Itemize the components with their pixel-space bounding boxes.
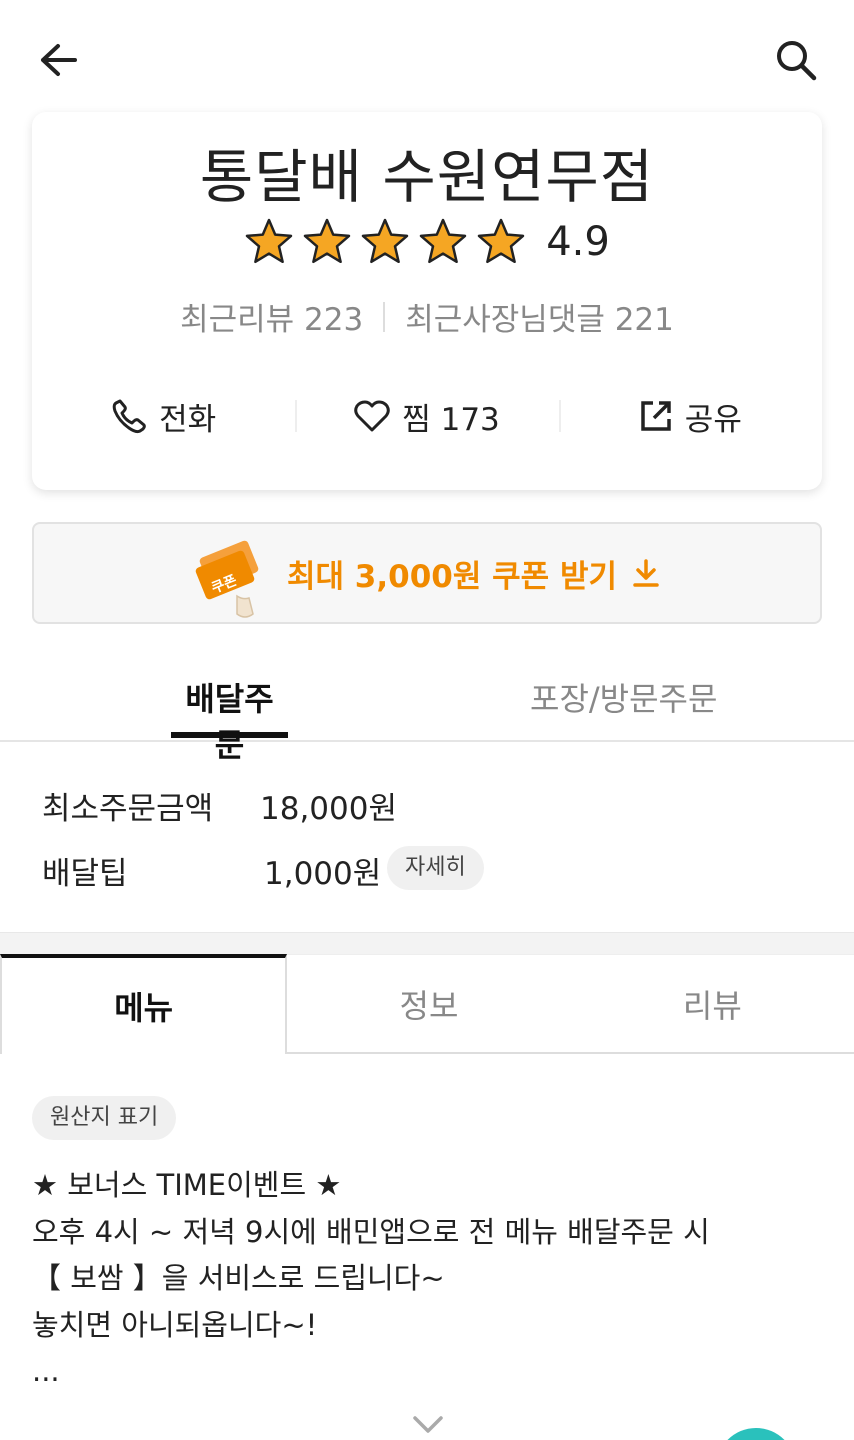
notice-line: 오후 4시 ~ 저녁 9시에 배민앱으로 전 메뉴 배달주문 시 (32, 1214, 710, 1249)
tab-info[interactable]: 정보 (287, 954, 571, 1054)
rating-value: 4.9 (546, 219, 610, 265)
store-name: 통달배 수원연무점 (199, 143, 655, 211)
notice-line: 【 보쌈 】을 서비스로 드립니다~ (32, 1261, 445, 1295)
share-button[interactable]: 공유 (558, 384, 822, 448)
store-info-card: 통달배 수원연무점 4.9 최근리뷰 223 최근사장님댓글 221 전화 찜 … (32, 112, 822, 490)
arrow-left-icon (41, 44, 77, 76)
floating-action-button[interactable] (716, 1428, 796, 1440)
owner-replies-link[interactable]: 최근사장님댓글 221 (405, 294, 674, 339)
section-divider (0, 932, 854, 954)
tab-review[interactable]: 리뷰 (570, 954, 854, 1054)
share-icon (641, 401, 671, 431)
star-icon (303, 218, 351, 264)
delivery-tip-row: 배달팁 1,000원 (42, 848, 381, 893)
store-actions: 전화 찜 173 공유 (32, 384, 822, 448)
chevron-down-icon[interactable] (412, 1414, 444, 1436)
divider (383, 301, 386, 332)
star-icon (477, 218, 525, 264)
phone-icon (112, 399, 146, 434)
order-type-tabs: 배달주문 포장/방문주문 (0, 660, 854, 764)
owner-notice: ★ 보너스 TIME이벤트 ★ 오후 4시 ~ 저녁 9시에 배민앱으로 전 메… (32, 1162, 822, 1395)
search-button[interactable] (766, 30, 826, 90)
call-label: 전화 (159, 401, 217, 438)
coupon-label: 최대 3,000원 쿠폰 받기 (286, 558, 618, 595)
star-icon (419, 218, 467, 264)
download-icon (633, 559, 659, 587)
coupon-ticket-icon: 쿠폰 (195, 540, 259, 618)
min-order-value: 18,000원 (260, 791, 397, 827)
review-stats: 최근리뷰 223 최근사장님댓글 221 (32, 294, 822, 339)
tab-delivery-order[interactable]: 배달주문 (171, 674, 288, 766)
delivery-tip-detail-button[interactable]: 자세히 (387, 846, 484, 890)
rating-row: 4.9 (32, 212, 822, 272)
delivery-tip-value: 1,000원 (264, 856, 382, 892)
share-label: 공유 (684, 401, 742, 438)
notice-line: 놓치면 아니되옵니다~! (32, 1307, 318, 1342)
star-icon (245, 218, 293, 264)
origin-label-button[interactable]: 원산지 표기 (32, 1096, 177, 1140)
delivery-tip-label: 배달팁 (42, 856, 128, 892)
like-label: 찜 173 (402, 401, 500, 438)
top-bar (0, 0, 854, 120)
star-icon (361, 218, 409, 264)
heart-icon (354, 400, 390, 432)
recent-reviews-link[interactable]: 최근리뷰 223 (180, 294, 363, 339)
store-content-tabs: 메뉴 정보 리뷰 (0, 954, 854, 1054)
like-button[interactable]: 찜 173 (295, 384, 558, 448)
call-button[interactable]: 전화 (32, 384, 295, 448)
tab-pickup-order[interactable]: 포장/방문주문 (530, 674, 717, 720)
search-icon (777, 41, 817, 81)
notice-line: ... (32, 1354, 60, 1388)
back-button[interactable] (28, 30, 88, 90)
tab-menu[interactable]: 메뉴 (0, 954, 288, 1054)
min-order-label: 최소주문금액 (42, 791, 214, 827)
coupon-download-button[interactable]: 쿠폰 최대 3,000원 쿠폰 받기 (32, 522, 822, 624)
min-order-row: 최소주문금액 18,000원 (42, 783, 397, 828)
like-count: 173 (440, 401, 500, 438)
notice-line: ★ 보너스 TIME이벤트 ★ (32, 1168, 342, 1202)
